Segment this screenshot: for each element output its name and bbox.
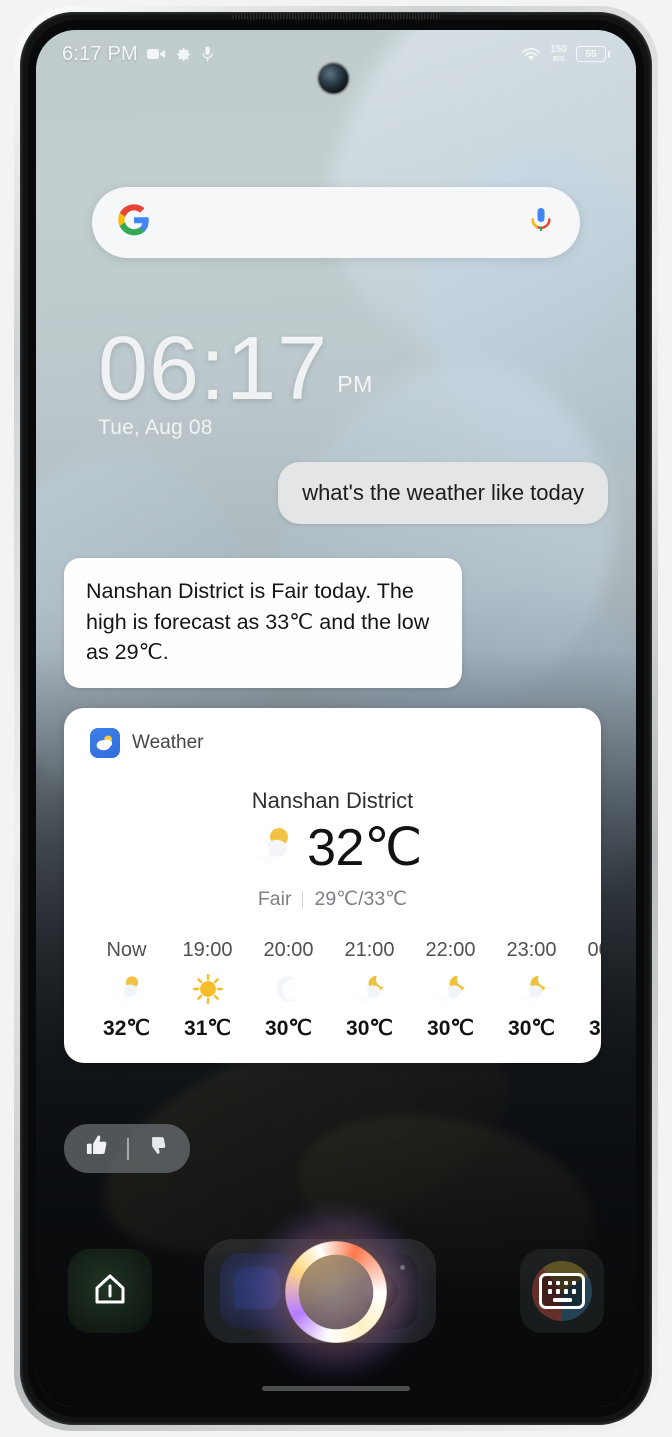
home-button[interactable]: [68, 1249, 152, 1333]
hourly-temp: 30℃: [427, 1017, 474, 1040]
cloud-moon-icon: [592, 970, 601, 1008]
hourly-time: 22:00: [425, 939, 476, 961]
clock-widget[interactable]: 06:17 PM Tue, Aug 08: [98, 319, 373, 440]
feedback-divider: [127, 1137, 129, 1160]
keyboard-row: [547, 1289, 577, 1294]
hourly-forecast-item[interactable]: 20:00 30℃: [248, 939, 329, 1041]
hourly-time: 23:00: [506, 939, 557, 961]
thumbs-down-icon[interactable]: [145, 1134, 170, 1164]
hourly-forecast-item[interactable]: 00:00 30℃: [572, 939, 601, 1041]
thumbs-up-icon[interactable]: [84, 1133, 111, 1164]
hourly-temp: 30℃: [265, 1017, 312, 1040]
cloud-sun-icon: [106, 970, 148, 1008]
keyboard-key: [555, 1280, 561, 1285]
keyboard-key: [547, 1280, 553, 1285]
hourly-forecast-item[interactable]: Now 32℃: [86, 939, 167, 1041]
hourly-temp: 30℃: [589, 1017, 601, 1040]
keyboard-key: [563, 1289, 569, 1294]
keyboard-key: [571, 1289, 577, 1294]
weather-card-header[interactable]: Weather: [64, 728, 601, 758]
clock-ampm: PM: [337, 370, 373, 397]
hourly-forecast-item[interactable]: 22:00 30℃: [410, 939, 491, 1041]
google-search-widget[interactable]: [92, 187, 580, 258]
keyboard-key: [547, 1289, 553, 1294]
wifi-icon: [521, 47, 541, 62]
front-camera-punch-hole: [319, 64, 348, 93]
microphone-icon: [201, 46, 214, 62]
google-g-icon: [118, 204, 150, 241]
network-speed-indicator: 150 B/S: [550, 44, 567, 64]
battery-indicator: 55: [576, 46, 610, 62]
keyboard-key: [555, 1289, 561, 1294]
weather-temp-range: 29℃/33℃: [314, 888, 408, 910]
battery-shell: 55: [576, 46, 606, 62]
user-query-bubble: what's the weather like today: [278, 462, 608, 524]
clock-time: 06:17: [98, 319, 329, 419]
assistant-orb-ring: [285, 1241, 387, 1343]
hourly-time: Now: [106, 939, 147, 961]
moon-icon: [271, 970, 307, 1008]
network-speed-unit: B/S: [552, 56, 565, 63]
bottom-dock: [36, 1209, 636, 1375]
gear-icon: [175, 46, 192, 63]
keyboard-spacebar: [552, 1297, 572, 1302]
hourly-time: 19:00: [182, 939, 233, 961]
weather-card[interactable]: Weather Nanshan District 32℃ Fair 29℃/33…: [64, 708, 601, 1063]
weather-cloud-sun-icon: [90, 728, 120, 758]
phone-screen: 6:17 PM 150 B/S 55 06:17 PM Tue, Aug 08 …: [36, 30, 636, 1407]
weather-hourly-forecast[interactable]: Now 32℃ 19:00 31℃ 20:00 30℃ 21:00 30℃ 22…: [64, 939, 601, 1041]
cloud-moon-icon: [430, 970, 472, 1008]
keyboard-row: [547, 1280, 577, 1285]
weather-current-row: 32℃: [64, 818, 601, 878]
phone-frame: 6:17 PM 150 B/S 55 06:17 PM Tue, Aug 08 …: [0, 0, 672, 1437]
status-bar-clock: 6:17 PM: [62, 42, 138, 65]
weather-location: Nanshan District: [251, 788, 414, 813]
clock-time-row: 06:17 PM: [98, 319, 373, 419]
cloud-moon-icon: [349, 970, 391, 1008]
cloud-moon-icon: [511, 970, 553, 1008]
hourly-forecast-item[interactable]: 23:00 30℃: [491, 939, 572, 1041]
home-icon: [89, 1268, 131, 1315]
battery-level-text: 55: [585, 48, 597, 60]
keyboard-row: [552, 1297, 572, 1302]
hourly-time: 20:00: [263, 939, 314, 961]
search-input[interactable]: [150, 187, 528, 258]
microphone-icon[interactable]: [528, 205, 554, 240]
keyboard-icon: [539, 1273, 585, 1309]
hourly-time: 00:00: [587, 939, 601, 961]
hourly-time: 21:00: [344, 939, 395, 961]
status-bar-left: 6:17 PM: [62, 43, 214, 66]
keyboard-key: [571, 1280, 577, 1285]
video-camera-icon: [146, 47, 166, 61]
keyboard-key: [563, 1280, 569, 1285]
hourly-forecast-item[interactable]: 19:00 31℃: [167, 939, 248, 1041]
gesture-navigation-bar[interactable]: [262, 1386, 410, 1391]
assistant-reply-bubble: Nanshan District is Fair today. The high…: [64, 558, 462, 688]
feedback-pill[interactable]: [64, 1124, 190, 1173]
hourly-temp: 31℃: [184, 1017, 231, 1040]
weather-condition-row: Fair 29℃/33℃: [64, 887, 601, 911]
cloud-sun-icon: [243, 822, 301, 875]
status-bar-right: 150 B/S 55: [521, 45, 610, 63]
sun-icon: [188, 970, 228, 1008]
weather-divider: [302, 890, 304, 908]
hourly-temp: 32℃: [103, 1017, 150, 1040]
hourly-temp: 30℃: [346, 1017, 393, 1040]
hourly-forecast-item[interactable]: 21:00 30℃: [329, 939, 410, 1041]
network-speed-value: 150: [550, 44, 567, 55]
earpiece-speaker-grille: [232, 14, 440, 19]
clock-date: Tue, Aug 08: [98, 415, 213, 439]
battery-tip: [607, 50, 610, 58]
weather-condition: Fair: [257, 887, 292, 910]
weather-current-temp: 32℃: [307, 819, 422, 877]
assistant-orb-icon[interactable]: [253, 1209, 419, 1375]
weather-app-name: Weather: [132, 732, 204, 753]
hourly-temp: 30℃: [508, 1017, 555, 1040]
keyboard-button[interactable]: [520, 1249, 604, 1333]
